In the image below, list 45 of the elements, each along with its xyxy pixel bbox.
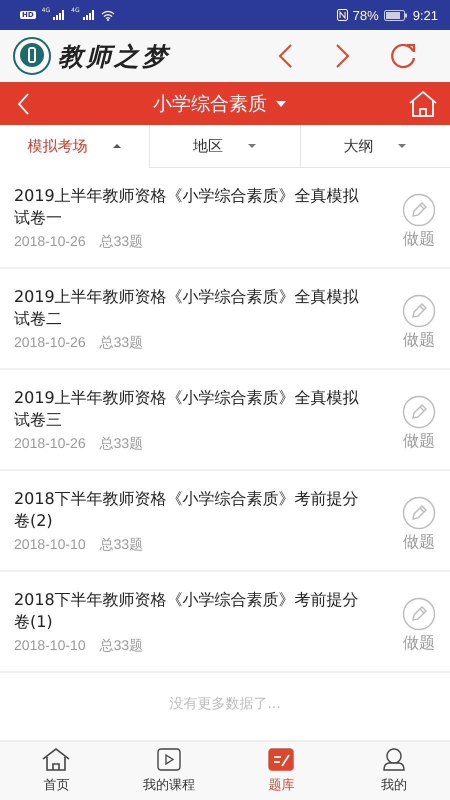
nav-tab[interactable]: 首页: [0, 742, 112, 800]
app-logo-text: 教师之梦: [58, 40, 170, 72]
nfc-icon: [336, 9, 348, 21]
question-count: 总33题: [100, 434, 144, 452]
paper-date: 2018-10-10: [14, 636, 86, 654]
question-count: 总33题: [100, 536, 144, 554]
pencil-icon: [402, 193, 436, 227]
home-icon[interactable]: [408, 90, 438, 118]
refresh-icon[interactable]: [388, 41, 418, 71]
pencil-icon: [402, 395, 436, 429]
caret-down-icon: [397, 143, 408, 149]
end-of-list-text: 没有更多数据了...: [168, 695, 282, 713]
pencil-icon: [402, 294, 436, 328]
nav-tab[interactable]: 我的: [338, 742, 450, 800]
pencil-icon: [402, 496, 436, 530]
paper-title[interactable]: 2018下半年教师资格《小学综合素质》考前提分卷(2): [14, 488, 374, 532]
nav-tab[interactable]: 我的课程: [112, 742, 225, 800]
paper-date: 2018-10-26: [14, 232, 86, 250]
paper-date: 2018-10-26: [14, 434, 86, 452]
paper-date: 2018-10-10: [14, 536, 86, 554]
battery-icon: [384, 10, 408, 20]
dropdown-caret-icon[interactable]: [275, 100, 287, 108]
clock: 9:21: [412, 8, 438, 22]
paper-title[interactable]: 2019上半年教师资格《小学综合素质》全真模拟试卷二: [14, 286, 374, 330]
signal-icon: [53, 10, 66, 20]
paper-date: 2018-10-26: [14, 334, 86, 352]
filter-tab[interactable]: 地区: [149, 125, 300, 168]
question-count: 总33题: [100, 232, 144, 250]
filter-tab[interactable]: 大纲: [300, 125, 450, 168]
question-count: 总33题: [100, 334, 144, 352]
edit-list-icon: [266, 748, 296, 772]
battery-percent: 78%: [352, 8, 379, 22]
subject-title[interactable]: 小学综合素质: [153, 90, 267, 116]
paper-title[interactable]: 2019上半年教师资格《小学综合素质》全真模拟试卷一: [14, 184, 374, 228]
wifi-icon: [100, 10, 115, 20]
question-count: 总33题: [100, 636, 144, 654]
caret-up-icon: [112, 143, 122, 149]
pencil-icon: [402, 597, 436, 631]
caret-down-icon: [246, 143, 257, 149]
nav-tab[interactable]: 题库: [225, 742, 338, 800]
logo-icon: [12, 36, 52, 76]
paper-title[interactable]: 2019上半年教师资格《小学综合素质》全真模拟试卷三: [14, 386, 374, 430]
home-icon: [41, 748, 72, 772]
signal-icon: [82, 10, 95, 20]
paper-title[interactable]: 2018下半年教师资格《小学综合素质》考前提分卷(1): [14, 588, 374, 632]
